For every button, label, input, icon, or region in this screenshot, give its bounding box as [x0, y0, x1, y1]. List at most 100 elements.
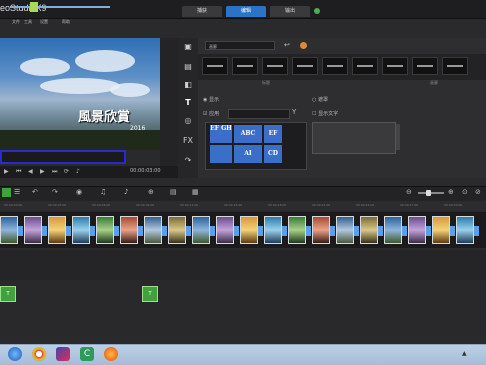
transition-marker[interactable]	[282, 226, 287, 236]
transition-marker[interactable]	[354, 226, 359, 236]
path-icon[interactable]: ↷	[182, 156, 194, 165]
store-icon[interactable]	[300, 42, 307, 49]
start-button-icon[interactable]	[8, 347, 22, 361]
home-icon[interactable]: ⏮	[16, 168, 21, 176]
title-style[interactable]: EF GH	[210, 125, 232, 143]
prev-icon[interactable]: ◀	[28, 168, 33, 175]
title-style[interactable]	[210, 145, 232, 163]
timecode-icon[interactable]: ⊘	[475, 188, 481, 196]
checkbox-show-text[interactable]: ☐ 显示文字	[312, 110, 338, 117]
radio-show[interactable]: ◉ 显示	[203, 96, 219, 103]
preview-window[interactable]: 風景欣賞 2016	[0, 38, 160, 150]
audio-mixer-icon[interactable]: ♫	[100, 188, 106, 196]
chrome-icon[interactable]	[32, 347, 46, 361]
title-track[interactable]	[0, 280, 486, 335]
thumbnail[interactable]	[292, 57, 318, 75]
transition-marker[interactable]	[402, 226, 407, 236]
thumbnail[interactable]	[202, 57, 228, 75]
undo-icon[interactable]: ↶	[32, 188, 38, 196]
timeline-clip[interactable]	[96, 216, 114, 244]
timeline-clip[interactable]	[0, 216, 18, 244]
volume-icon[interactable]: ♪	[76, 168, 80, 175]
library-dropdown[interactable]: 画廊	[205, 41, 275, 50]
trim-bar[interactable]	[0, 150, 126, 164]
timeline-clip[interactable]	[192, 216, 210, 244]
add-icon[interactable]	[314, 8, 320, 14]
transition-marker[interactable]	[210, 226, 215, 236]
transition-marker[interactable]	[426, 226, 431, 236]
multicam-icon[interactable]: ▦	[192, 188, 199, 196]
transition-icon[interactable]: ◧	[182, 80, 194, 89]
transition-marker[interactable]	[114, 226, 119, 236]
transition-marker[interactable]	[258, 226, 263, 236]
menu-tools[interactable]: 工具	[24, 19, 32, 25]
timeline-clip[interactable]	[48, 216, 66, 244]
auto-music-icon[interactable]: ♪	[124, 188, 128, 196]
timeline-clip[interactable]	[144, 216, 162, 244]
tab-edit[interactable]: 编辑	[226, 6, 266, 17]
thumbnail[interactable]	[352, 57, 378, 75]
filter-icon[interactable]: Y	[292, 108, 296, 116]
transition-marker[interactable]	[186, 226, 191, 236]
transition-marker[interactable]	[330, 226, 335, 236]
play-icon[interactable]: ▶	[4, 168, 9, 175]
title-style[interactable]: EF	[264, 125, 282, 143]
timeline-clip[interactable]	[312, 216, 330, 244]
overlay-track[interactable]	[0, 250, 486, 280]
corel-icon[interactable]: C	[80, 347, 94, 361]
transition-marker[interactable]	[42, 226, 47, 236]
repeat-icon[interactable]: ⟳	[64, 168, 69, 175]
zoom-slider-handle[interactable]	[426, 190, 431, 196]
redo-icon[interactable]: ↷	[52, 188, 58, 196]
filter-icon[interactable]: FX	[182, 136, 194, 145]
timeline-clip[interactable]	[384, 216, 402, 244]
timeline-clip[interactable]	[72, 216, 90, 244]
radio-mask[interactable]: ○ 遮罩	[312, 96, 328, 103]
trim-handle[interactable]	[30, 2, 38, 12]
thumbnail[interactable]	[262, 57, 288, 75]
tab-share[interactable]: 输出	[270, 6, 310, 17]
media-player-icon[interactable]	[56, 347, 70, 361]
menu-help[interactable]: 帮助	[62, 19, 70, 25]
transition-marker[interactable]	[378, 226, 383, 236]
timeline-clip[interactable]	[336, 216, 354, 244]
subtitle-icon[interactable]: ▤	[170, 188, 177, 196]
transition-marker[interactable]	[138, 226, 143, 236]
timeline-clip-green[interactable]: T	[142, 286, 158, 302]
instant-project-icon[interactable]: ▤	[182, 62, 194, 71]
thumbnail[interactable]	[442, 57, 468, 75]
menu-settings[interactable]: 设置	[40, 19, 48, 25]
media-icon[interactable]: ▣	[182, 42, 194, 51]
tab-capture[interactable]: 捕获	[182, 6, 222, 17]
fit-project-icon[interactable]: ⊙	[462, 188, 468, 196]
title-style[interactable]: ABC	[234, 125, 262, 143]
record-icon[interactable]: ◉	[76, 188, 82, 196]
thumbnail[interactable]	[412, 57, 438, 75]
motion-track-icon[interactable]: ⊕	[148, 188, 154, 196]
end-icon[interactable]: ⏭	[52, 168, 57, 176]
transition-marker[interactable]	[306, 226, 311, 236]
zoom-in-icon[interactable]: ⊕	[448, 188, 454, 196]
zoom-out-icon[interactable]: ⊖	[406, 188, 412, 196]
storyboard-view-icon[interactable]	[2, 188, 11, 197]
thumbnail[interactable]	[382, 57, 408, 75]
timeline-clip[interactable]	[240, 216, 258, 244]
thumbnail[interactable]	[322, 57, 348, 75]
timeline-clip[interactable]	[288, 216, 306, 244]
import-icon[interactable]: ↩	[284, 41, 290, 49]
timeline-clip[interactable]	[120, 216, 138, 244]
transition-marker[interactable]	[474, 226, 479, 236]
timeline-clip[interactable]	[24, 216, 42, 244]
timeline-clip[interactable]	[360, 216, 378, 244]
transition-marker[interactable]	[234, 226, 239, 236]
timeline-clip[interactable]	[408, 216, 426, 244]
transition-marker[interactable]	[162, 226, 167, 236]
timeline-clip[interactable]	[456, 216, 474, 244]
title-style[interactable]: AI	[234, 145, 262, 163]
zoom-slider[interactable]	[418, 192, 444, 194]
scrollbar[interactable]	[396, 124, 400, 150]
timeline-clip-green[interactable]: T	[0, 286, 16, 302]
timeline-clip[interactable]	[168, 216, 186, 244]
title-style[interactable]: CD	[264, 145, 282, 163]
next-icon[interactable]: ▶	[40, 168, 45, 175]
